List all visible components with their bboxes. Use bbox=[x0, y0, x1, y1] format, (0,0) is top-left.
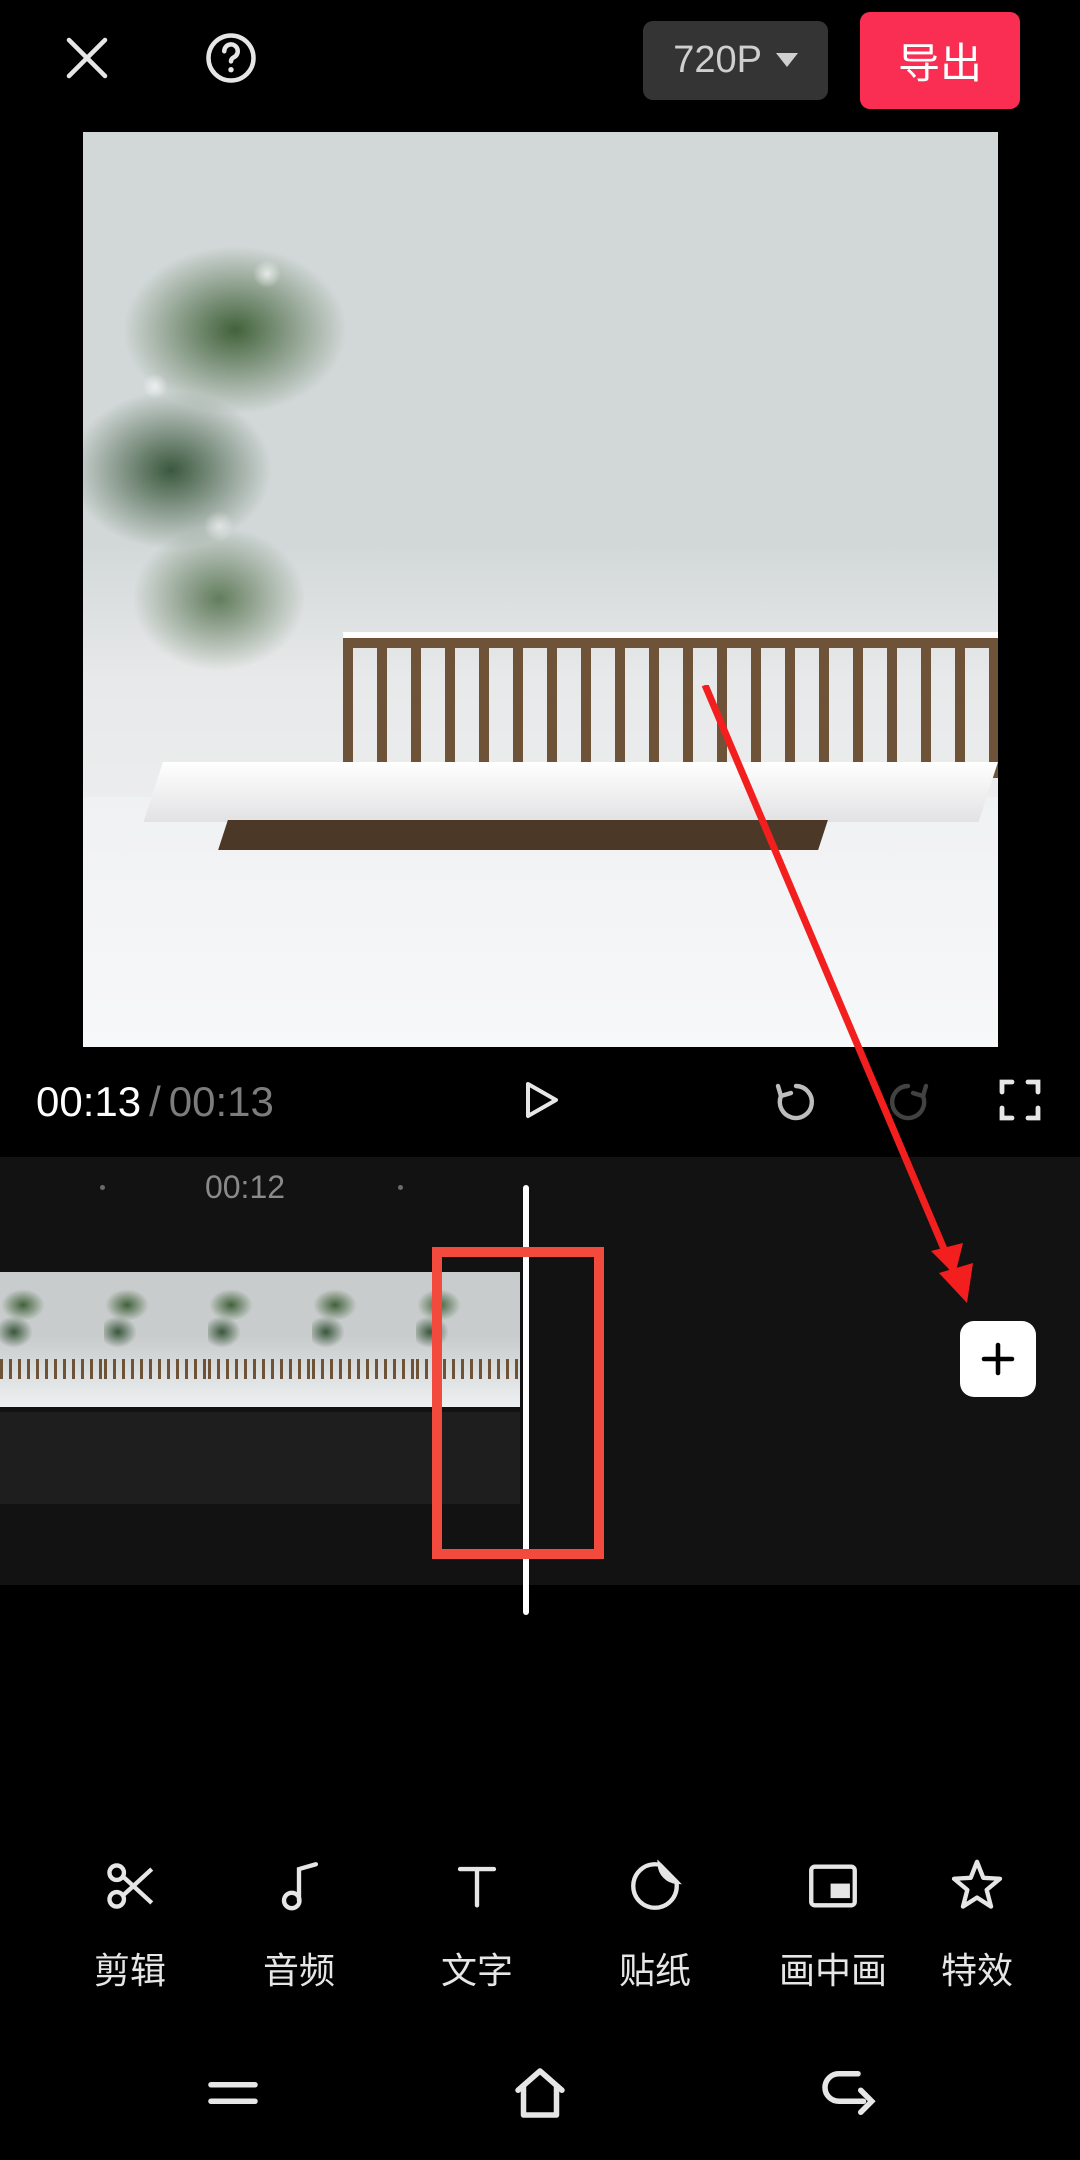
resolution-label: 720P bbox=[673, 39, 762, 82]
time-separator: / bbox=[149, 1078, 161, 1126]
add-clip-button[interactable] bbox=[960, 1321, 1036, 1397]
video-clip[interactable] bbox=[0, 1272, 520, 1407]
help-icon[interactable] bbox=[204, 31, 258, 90]
video-preview[interactable] bbox=[83, 132, 998, 1047]
timeline-tracks[interactable] bbox=[0, 1217, 1080, 1577]
tool-label: 画中画 bbox=[779, 1942, 887, 1994]
editor-toolbar: 剪辑 音频 文字 贴纸 画中画 特效 bbox=[0, 1857, 1080, 2030]
tool-sticker[interactable]: 贴纸 bbox=[566, 1857, 744, 1994]
ruler-tick bbox=[398, 1185, 403, 1190]
tool-text[interactable]: 文字 bbox=[388, 1857, 566, 1994]
tool-audio[interactable]: 音频 bbox=[210, 1857, 388, 1994]
play-button[interactable] bbox=[516, 1076, 564, 1129]
tool-effects[interactable]: 特效 bbox=[922, 1857, 1032, 1994]
timeline-area[interactable]: 00:12 bbox=[0, 1157, 1080, 1585]
effects-icon bbox=[948, 1857, 1006, 1920]
clip-thumbnail bbox=[0, 1272, 104, 1407]
picture-in-picture-icon bbox=[804, 1857, 862, 1920]
undo-button[interactable] bbox=[772, 1076, 820, 1129]
music-note-icon bbox=[270, 1857, 328, 1920]
ruler-tick bbox=[100, 1185, 105, 1190]
redo-button[interactable] bbox=[884, 1076, 932, 1129]
tool-pip[interactable]: 画中画 bbox=[744, 1857, 922, 1994]
export-button[interactable]: 导出 bbox=[860, 12, 1020, 109]
tool-cut[interactable]: 剪辑 bbox=[50, 1857, 210, 1994]
close-icon[interactable] bbox=[60, 31, 114, 90]
audio-track[interactable] bbox=[0, 1412, 520, 1504]
ruler-time-label: 00:12 bbox=[205, 1169, 285, 1206]
tool-label: 贴纸 bbox=[619, 1942, 691, 1994]
tool-label: 文字 bbox=[441, 1942, 513, 1994]
header-right: 720P 导出 bbox=[643, 12, 1020, 109]
playbar-right bbox=[772, 1076, 1044, 1129]
playhead[interactable] bbox=[523, 1185, 529, 1615]
clip-thumbnail bbox=[416, 1272, 520, 1407]
tool-label: 剪辑 bbox=[94, 1942, 166, 1994]
export-label: 导出 bbox=[898, 40, 982, 87]
clip-thumbnail bbox=[104, 1272, 208, 1407]
nav-menu-button[interactable] bbox=[200, 2060, 266, 2131]
clip-thumbnail bbox=[208, 1272, 312, 1407]
time-display: 00:13 / 00:13 bbox=[36, 1078, 274, 1126]
clip-thumbnail bbox=[312, 1272, 416, 1407]
timeline-ruler[interactable]: 00:12 bbox=[0, 1157, 1080, 1217]
duration: 00:13 bbox=[169, 1078, 274, 1126]
header-bar: 720P 导出 bbox=[0, 0, 1080, 120]
preview-scene bbox=[83, 162, 363, 722]
chevron-down-icon bbox=[776, 53, 798, 67]
playback-bar: 00:13 / 00:13 bbox=[0, 1047, 1080, 1157]
sticker-icon bbox=[626, 1857, 684, 1920]
scissors-icon bbox=[101, 1857, 159, 1920]
nav-home-button[interactable] bbox=[507, 2060, 573, 2131]
nav-back-button[interactable] bbox=[814, 2060, 880, 2131]
system-navbar bbox=[0, 2030, 1080, 2160]
header-left bbox=[60, 31, 258, 90]
preview-container bbox=[0, 120, 1080, 1047]
resolution-selector[interactable]: 720P bbox=[643, 21, 828, 100]
tool-label: 特效 bbox=[941, 1942, 1013, 1994]
text-icon bbox=[448, 1857, 506, 1920]
tool-label: 音频 bbox=[263, 1942, 335, 1994]
current-time: 00:13 bbox=[36, 1078, 141, 1126]
fullscreen-button[interactable] bbox=[996, 1076, 1044, 1129]
